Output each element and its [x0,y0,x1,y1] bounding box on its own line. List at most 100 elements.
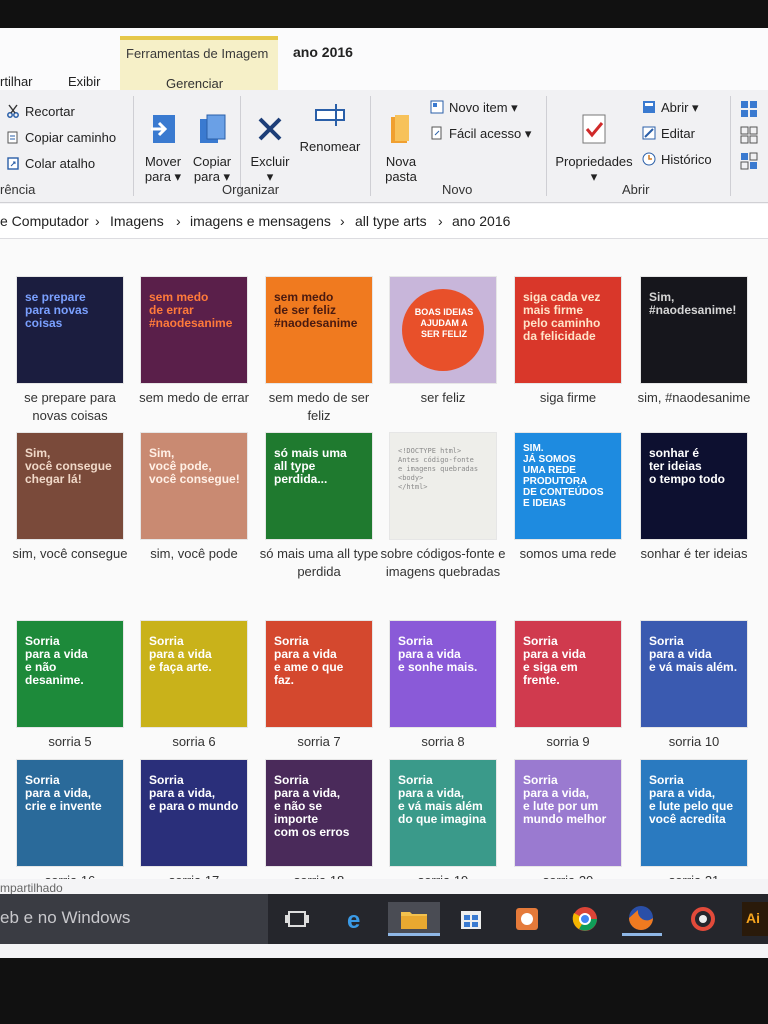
breadcrumb-item-computer[interactable]: e Computador [0,213,89,229]
move-to-button[interactable]: Mover para ▾ [140,98,186,200]
new-folder-button[interactable]: Nova pasta [378,98,424,199]
file-thumbnail[interactable]: Sorria para a vida e siga em frente. [515,621,621,727]
file-name-label[interactable]: ser feliz [380,389,506,407]
new-item-icon [430,100,444,114]
taskbar-search-box[interactable]: eb e no Windows [0,894,268,944]
cut-button[interactable]: Recortar [6,104,75,119]
tab-manage[interactable]: Gerenciar [166,76,223,91]
rename-button[interactable]: Renomear [296,98,364,154]
title-and-tab-bar: Ferramentas de Imagem Gerenciar ano 2016… [0,28,768,91]
new-item-button[interactable]: Novo item ▾ [430,100,518,116]
chrome-icon[interactable] [568,902,602,936]
copy-path-icon [7,131,18,144]
file-thumbnail[interactable]: siga cada vez mais firme pelo caminho da… [515,277,621,383]
ribbon-divider [133,96,134,196]
file-name-label[interactable]: sorria 8 [380,733,506,751]
file-thumbnail[interactable]: SIM. JÁ SOMOS UMA REDE PRODUTORA DE CONT… [515,433,621,539]
invert-selection-icon[interactable] [740,152,758,170]
file-thumbnail[interactable]: sem medo de errar #naodesanime [141,277,247,383]
select-none-icon[interactable] [740,126,758,144]
file-name-label[interactable]: sorria 6 [131,733,257,751]
file-thumbnail[interactable]: Sorria para a vida e não desanime. [17,621,123,727]
file-name-label[interactable]: sorria 7 [256,733,382,751]
file-thumbnail[interactable]: Sim, você pode, você consegue! [141,433,247,539]
image-app-icon[interactable] [510,902,544,936]
image-tools-context-tab[interactable]: Ferramentas de Imagem Gerenciar [120,36,278,91]
thumbnail-text: Sorria para a vida, e lute por um mundo … [523,773,607,826]
thumbnail-text: só mais uma all type perdida... [274,446,347,486]
thumbnail-text: sem medo de ser feliz #naodesanime [274,290,358,330]
cut-label: Recortar [25,104,75,119]
chevron-right-icon: › [340,213,345,229]
file-name-label[interactable]: sorria 9 [505,733,631,751]
thumbnail-text: <!DOCTYPE html> Antes código-fonte e ima… [398,447,479,491]
file-name-label[interactable]: sobre códigos-fonte e imagens quebradas [380,545,506,581]
thumbnail-text: Sorria para a vida, e vá mais além do qu… [398,773,487,826]
open-label: Abrir ▾ [661,100,699,115]
file-thumbnail[interactable]: Sorria para a vida, e lute por um mundo … [515,760,621,866]
rename-icon [315,104,345,126]
file-thumbnail[interactable]: BOAS IDEIAS AJUDAM A SER FELIZ [390,277,496,383]
file-thumbnail[interactable]: Sorria para a vida, e vá mais além do qu… [390,760,496,866]
file-name-label[interactable]: sim, você consegue [7,545,133,563]
illustrator-icon[interactable]: Ai [742,902,768,936]
file-name-label[interactable]: sorria 10 [631,733,757,751]
file-thumbnail[interactable]: sonhar é ter ideias o tempo todo [641,433,747,539]
app-icon[interactable] [686,902,720,936]
file-name-label[interactable]: sem medo de ser feliz [256,389,382,425]
clipboard-group-label: rência [0,182,36,197]
history-button[interactable]: Histórico [642,152,712,167]
file-name-label[interactable]: se prepare para novas coisas [7,389,133,425]
file-thumbnail[interactable]: Sorria para a vida e vá mais além. [641,621,747,727]
file-thumbnail[interactable]: só mais uma all type perdida... [266,433,372,539]
file-thumbnail[interactable]: Sim, você consegue chegar lá! [17,433,123,539]
file-thumbnail[interactable]: Sorria para a vida e faça arte. [141,621,247,727]
file-thumbnail[interactable]: Sorria para a vida, crie e invente [17,760,123,866]
store-icon[interactable] [454,902,488,936]
file-thumbnail[interactable]: Sorria para a vida e ame o que faz. [266,621,372,727]
delete-label: Excluir ▾ [250,154,290,184]
file-name-label[interactable]: só mais uma all type perdida [256,545,382,581]
file-thumbnail[interactable]: sem medo de ser feliz #naodesanime [266,277,372,383]
file-thumbnail[interactable]: Sorria para a vida, e para o mundo [141,760,247,866]
file-thumbnail[interactable]: se prepare para novas coisas [17,277,123,383]
file-name-label[interactable]: sorria 5 [7,733,133,751]
easy-access-button[interactable]: Fácil acesso ▾ [430,126,531,142]
breadcrumb-item-all-type-arts[interactable]: all type arts [355,213,427,229]
copy-to-label: Copiar para ▾ [192,154,232,184]
file-name-label[interactable]: sonhar é ter ideias [631,545,757,563]
file-name-label[interactable]: sim, #naodesanime [631,389,757,407]
tab-view[interactable]: Exibir [68,74,101,89]
file-name-label[interactable]: somos uma rede [505,545,631,563]
illustrator-icon-label: Ai [746,910,760,926]
firefox-taskbar-button[interactable] [622,902,662,936]
firefox-icon [629,906,653,930]
breadcrumb-item-images[interactable]: Imagens [110,213,164,229]
copy-path-button[interactable]: Copiar caminho [6,130,116,145]
task-view-icon[interactable] [280,902,314,936]
chevron-right-icon: › [176,213,181,229]
file-thumbnail[interactable]: <!DOCTYPE html> Antes código-fonte e ima… [390,433,496,539]
properties-label: Propriedades ▾ [555,154,633,184]
file-thumbnail[interactable]: Sorria para a vida e sonhe mais. [390,621,496,727]
file-name-label[interactable]: sim, você pode [131,545,257,563]
search-placeholder: eb e no Windows [0,908,131,927]
file-name-label[interactable]: sem medo de errar [131,389,257,407]
file-thumbnail[interactable]: Sorria para a vida, e lute pelo que você… [641,760,747,866]
file-thumbnail[interactable]: Sorria para a vida, e não se importe com… [266,760,372,866]
paste-shortcut-icon [7,157,19,170]
edit-button[interactable]: Editar [642,126,695,141]
edge-browser-icon[interactable]: e [340,902,374,936]
tab-share[interactable]: rtilhar [0,74,33,89]
select-all-icon[interactable] [740,100,758,118]
new-folder-label: Nova pasta [385,154,417,184]
window-title: ano 2016 [293,44,353,60]
new-group-label: Novo [442,182,473,197]
paste-shortcut-button[interactable]: Colar atalho [6,156,95,171]
breadcrumb-item-images-messages[interactable]: imagens e mensagens [190,213,331,229]
breadcrumb-item-ano-2016[interactable]: ano 2016 [452,213,510,229]
file-name-label[interactable]: siga firme [505,389,631,407]
file-explorer-taskbar-button[interactable] [388,902,440,936]
file-thumbnail[interactable]: Sim, #naodesanime! [641,277,747,383]
open-button[interactable]: Abrir ▾ [642,100,699,116]
